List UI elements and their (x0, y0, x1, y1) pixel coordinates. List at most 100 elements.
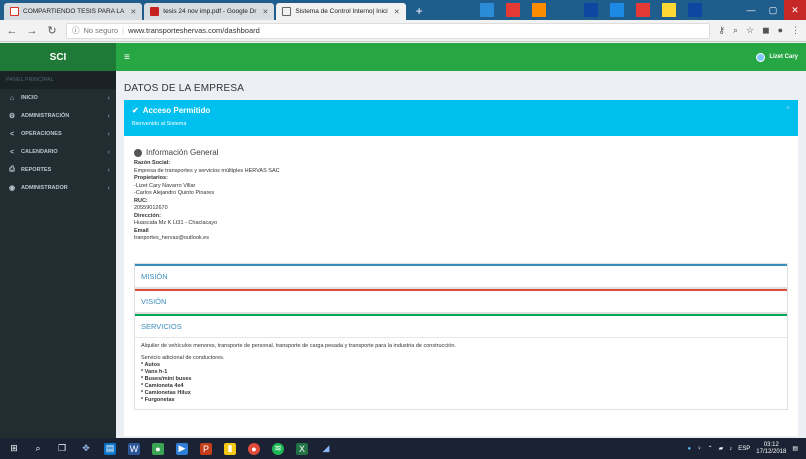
app-logo[interactable]: SCI (0, 43, 116, 71)
minimize-icon[interactable]: — (740, 0, 762, 20)
servicios-body: Alquiler de vehículos menores, transport… (135, 338, 787, 409)
ruc-label: RUC: (134, 197, 148, 204)
url-text: www.transporteshervas.com/dashboard (128, 26, 260, 35)
info-title-text: Información General (146, 148, 219, 157)
info-icon[interactable]: ⓘ (72, 25, 80, 36)
user-menu[interactable]: Lizet Cary (756, 52, 798, 62)
clock-date: 17/12/2018 (756, 448, 787, 455)
notifications-icon[interactable]: ▤ (792, 445, 798, 452)
user-name: Lizet Cary (769, 54, 798, 60)
info-title: Información General (134, 148, 788, 157)
servicios-section: SERVICIOS Alquiler de vehículos menores,… (134, 312, 788, 410)
sidebar-toggle-icon[interactable]: ≡ (124, 52, 130, 63)
app-header: SCI ≡ Lizet Cary (0, 43, 806, 71)
back-icon[interactable]: ← (6, 25, 18, 37)
vision-section[interactable]: VISIÓN (134, 287, 788, 313)
close-tab-icon[interactable]: ✕ (394, 8, 400, 16)
sidebar-item-label: ADMINISTRADOR (21, 185, 68, 191)
new-tab-button[interactable]: + (408, 3, 431, 20)
browser-tab-pdf[interactable]: tesis 24 nov imp.pdf - Google Dr ✕ (144, 3, 275, 20)
tab-label: Sistema de Control Interno| Inici (295, 8, 388, 15)
razon-label: Razón Social: (134, 160, 171, 166)
chevron-left-icon: ‹ (107, 148, 110, 156)
avatar (756, 52, 766, 62)
browser-tab-gmail[interactable]: COMPARTIENDO TESIS PARA LA ✕ (4, 3, 143, 20)
chevron-left-icon: ‹ (107, 184, 110, 192)
servicios-header[interactable]: SERVICIOS (135, 313, 787, 338)
propietarios-label: Propietarios: (134, 175, 168, 181)
sidebar-item-administracion[interactable]: ⚙ ADMINISTRACIÓN ‹ (0, 107, 116, 125)
direccion-value: Huascata Mz K Lt31 - Chaclacayo (134, 220, 218, 226)
system-tray: ● ♀ ⌃ ▰ ♪ ESP 03:12 17/12/2018 ▤ (688, 442, 799, 456)
list-item: * Vans h-1 (141, 368, 168, 375)
sidebar: PANEL PRINCIPAL ⌂ INICIO ‹ ⚙ ADMINISTRACIÓ… (0, 71, 116, 438)
search-icon[interactable]: ⌕ (32, 443, 44, 455)
address-bar[interactable]: ⓘ No seguro | www.transporteshervas.com/… (66, 22, 711, 39)
volume-icon[interactable]: ♪ (729, 446, 732, 452)
reload-icon[interactable]: ↻ (46, 24, 58, 37)
close-alert-icon[interactable]: × (786, 105, 790, 112)
page-icon (282, 7, 292, 16)
extension-icon[interactable]: ◼ (762, 25, 769, 36)
clock[interactable]: 03:12 17/12/2018 (756, 442, 786, 456)
chrome-icon[interactable]: ● (248, 442, 260, 455)
notification-app-icon[interactable]: ● (688, 446, 692, 452)
sidebar-item-administrador[interactable]: ◉ ADMINISTRADOR ‹ (0, 179, 116, 197)
windows-start-icon[interactable]: ⊞ (8, 443, 20, 455)
forward-icon[interactable]: → (26, 25, 38, 37)
separator: | (122, 26, 125, 35)
browser-tab-sci[interactable]: Sistema de Control Interno| Inici ✕ (276, 3, 406, 20)
chevron-left-icon: ‹ (107, 94, 110, 102)
sidebar-item-reportes[interactable]: ⎙ REPORTES ‹ (0, 161, 116, 179)
share-icon: < (9, 148, 15, 156)
gmail-icon (10, 7, 19, 16)
top-navbar: ≡ Lizet Cary (116, 43, 806, 71)
toolbar-icons: ⚷ ⌕ ☆ ◼ ● ⋮ (718, 25, 800, 36)
people-icon[interactable]: ♀ (697, 446, 702, 452)
home-icon: ⌂ (9, 94, 15, 102)
alert-heading: Acceso Permitido (142, 106, 211, 115)
sidebar-item-label: ADMINISTRACIÓN (21, 113, 70, 119)
key-icon[interactable]: ⚷ (718, 25, 725, 36)
sidebar-item-operaciones[interactable]: < OPERACIONES ‹ (0, 125, 116, 143)
store-icon[interactable]: ▤ (104, 442, 116, 455)
sidebar-item-label: REPORTES (21, 167, 52, 173)
close-window-icon[interactable]: ✕ (784, 0, 806, 20)
app-icon[interactable]: ◢ (320, 443, 332, 455)
app-icon[interactable]: ▶ (176, 442, 188, 455)
spotify-icon[interactable]: ≋ (272, 442, 284, 455)
ruc-value: 20559012670 (134, 205, 168, 211)
menu-icon[interactable]: ⋮ (791, 25, 800, 36)
app-icon[interactable]: ● (152, 442, 164, 455)
email-value: tranportes_hervas@outlook.es (134, 235, 209, 241)
chevron-left-icon: ‹ (107, 130, 110, 138)
powerpoint-icon[interactable]: P (200, 442, 212, 455)
list-item: * Camioneta 4x4 (141, 382, 184, 389)
mision-section[interactable]: MISIÓN (134, 262, 788, 288)
propietario-1: -Lizet Cary Navarro Villar (134, 182, 196, 189)
network-icon[interactable]: ▰ (719, 445, 724, 452)
sidebar-item-calendario[interactable]: < CALENDARIO ‹ (0, 143, 116, 161)
direccion-label: Dirección: (134, 212, 161, 219)
pdf-icon (150, 7, 160, 16)
tray-expand-icon[interactable]: ⌃ (708, 445, 713, 452)
word-icon[interactable]: W (128, 442, 140, 455)
star-icon[interactable]: ☆ (746, 25, 754, 36)
sidebar-item-label: CALENDARIO (21, 149, 58, 155)
sidebar-item-inicio[interactable]: ⌂ INICIO ‹ (0, 89, 116, 107)
maximize-icon[interactable]: ▢ (762, 0, 784, 20)
close-tab-icon[interactable]: ✕ (130, 8, 136, 16)
app-icon[interactable]: ▮ (224, 442, 236, 455)
task-view-icon[interactable]: ❐ (56, 443, 68, 455)
zoom-icon[interactable]: ⌕ (733, 25, 738, 36)
profile-icon[interactable]: ● (778, 25, 783, 36)
print-icon: ⎙ (9, 166, 15, 173)
vision-header[interactable]: VISIÓN (135, 288, 787, 312)
excel-icon[interactable]: X (296, 442, 308, 455)
app-icon[interactable]: ✥ (80, 443, 92, 455)
list-item: * Camionetas Hilux (141, 389, 191, 396)
servicios-adicional: Servicio adicional de conductores. (141, 354, 225, 361)
language-indicator[interactable]: ESP (738, 446, 750, 452)
mision-header[interactable]: MISIÓN (135, 263, 787, 287)
close-tab-icon[interactable]: ✕ (262, 8, 268, 16)
